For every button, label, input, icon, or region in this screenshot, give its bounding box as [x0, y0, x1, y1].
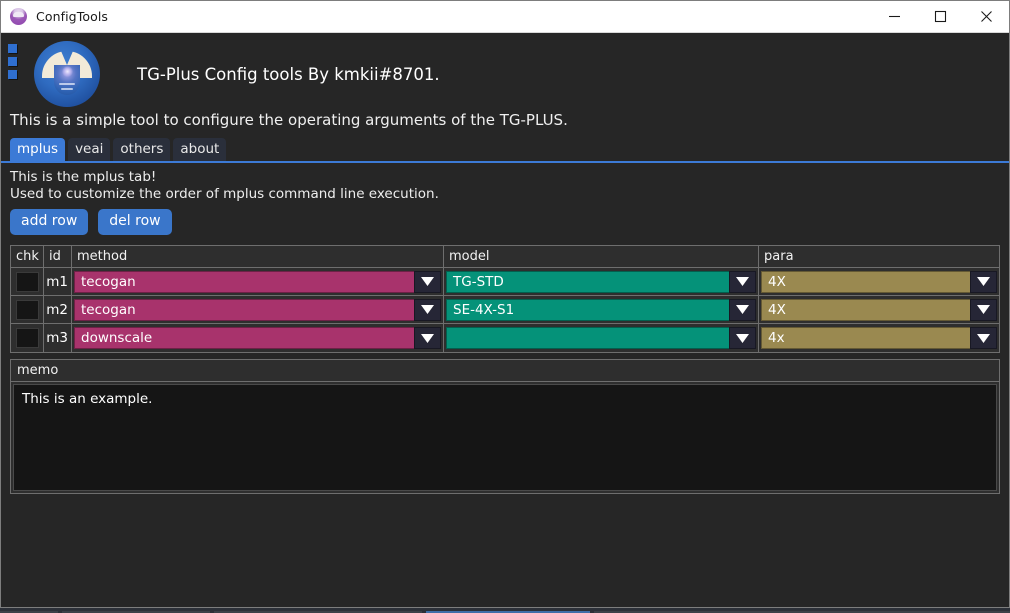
column-header-id[interactable]: id [44, 246, 72, 267]
grip-dot [8, 57, 17, 66]
chevron-down-icon[interactable] [414, 270, 441, 293]
memo-panel: memo This is an example. [10, 359, 1000, 494]
maximize-icon[interactable] [917, 1, 963, 32]
page-title: TG-Plus Config tools By kmkii#8701. [137, 64, 440, 84]
model-cell[interactable]: TG-STD [444, 268, 759, 295]
method-cell[interactable]: tecogan [72, 296, 444, 323]
app-circle-icon [10, 8, 27, 25]
tab-strip: mplus veai others about [1, 138, 1009, 161]
chevron-down-icon[interactable] [970, 270, 997, 293]
row-id: m3 [44, 324, 72, 352]
method-cell[interactable]: tecogan [72, 268, 444, 295]
method-value[interactable]: downscale [74, 327, 414, 349]
tab-info-line-2: Used to customize the order of mplus com… [10, 186, 439, 202]
del-row-button[interactable]: del row [98, 209, 172, 235]
tab-info-line-1: This is the mplus tab! [10, 169, 157, 185]
logo-glow [62, 66, 73, 77]
model-value[interactable] [446, 327, 729, 349]
add-row-button[interactable]: add row [10, 209, 89, 235]
chevron-down-icon[interactable] [414, 298, 441, 321]
chevron-down-icon[interactable] [729, 298, 756, 321]
method-value[interactable]: tecogan [74, 270, 414, 293]
table-row: m1 tecogan TG-STD 4X [11, 268, 999, 296]
row-checkbox-cell[interactable] [11, 324, 44, 352]
row-checkbox-cell[interactable] [11, 268, 44, 295]
header-row: TG-Plus Config tools By kmkii#8701. [1, 33, 1009, 113]
memo-textarea[interactable]: This is an example. [13, 384, 997, 491]
action-button-group: add row del row [10, 209, 1000, 235]
para-value[interactable]: 4X [761, 298, 970, 321]
grip-dot [8, 70, 17, 79]
para-cell[interactable]: 4X [759, 268, 999, 295]
checkbox[interactable] [15, 271, 39, 292]
tab-veai[interactable]: veai [68, 138, 111, 161]
grip-handle-icon[interactable] [8, 44, 18, 79]
page-subtitle: This is a simple tool to configure the o… [10, 111, 568, 129]
model-cell[interactable] [444, 324, 759, 352]
title-bar[interactable]: ConfigTools [1, 1, 1009, 33]
model-cell[interactable]: SE-4X-S1 [444, 296, 759, 323]
method-value[interactable]: tecogan [74, 298, 414, 321]
model-value[interactable]: SE-4X-S1 [446, 298, 729, 321]
application-window: ConfigTools TG-Plus Config tools By kmki… [0, 0, 1010, 608]
method-combobox[interactable]: downscale [74, 327, 441, 349]
grid-header-row: chk id method model para [11, 246, 999, 268]
client-area: TG-Plus Config tools By kmkii#8701. This… [1, 33, 1009, 607]
model-combobox[interactable]: SE-4X-S1 [446, 298, 756, 321]
model-value[interactable]: TG-STD [446, 270, 729, 293]
para-cell[interactable]: 4x [759, 324, 999, 352]
chevron-down-icon[interactable] [729, 327, 756, 349]
column-header-model[interactable]: model [444, 246, 759, 267]
checkbox[interactable] [15, 328, 39, 348]
row-id: m2 [44, 296, 72, 323]
tab-mplus[interactable]: mplus [10, 138, 66, 161]
para-combobox[interactable]: 4X [761, 298, 997, 321]
method-combobox[interactable]: tecogan [74, 270, 441, 293]
checkbox[interactable] [15, 299, 39, 320]
logo-line [59, 83, 75, 85]
method-combobox[interactable]: tecogan [74, 298, 441, 321]
column-header-method[interactable]: method [72, 246, 444, 267]
column-header-chk[interactable]: chk [11, 246, 44, 267]
chevron-down-icon[interactable] [414, 327, 441, 349]
model-combobox[interactable]: TG-STD [446, 270, 756, 293]
table-row: m2 tecogan SE-4X-S1 4X [11, 296, 999, 324]
model-combobox[interactable] [446, 327, 756, 349]
para-combobox[interactable]: 4x [761, 327, 997, 349]
tab-others[interactable]: others [113, 138, 171, 161]
close-icon[interactable] [963, 1, 1009, 32]
column-header-para[interactable]: para [759, 246, 999, 267]
memo-label: memo [11, 360, 999, 382]
desktop-background-strip [0, 608, 1010, 613]
row-checkbox-cell[interactable] [11, 296, 44, 323]
row-id: m1 [44, 268, 72, 295]
para-combobox[interactable]: 4X [761, 270, 997, 293]
grip-dot [8, 44, 17, 53]
tab-panel-mplus: This is the mplus tab! Used to customize… [1, 163, 1009, 235]
chevron-down-icon[interactable] [970, 327, 997, 349]
para-value[interactable]: 4x [761, 327, 970, 349]
chevron-down-icon[interactable] [970, 298, 997, 321]
tab-about[interactable]: about [173, 138, 227, 161]
table-row: m3 downscale 4x [11, 324, 999, 352]
method-cell[interactable]: downscale [72, 324, 444, 352]
para-value[interactable]: 4X [761, 270, 970, 293]
tg-plus-logo [34, 41, 100, 107]
minimize-icon[interactable] [871, 1, 917, 32]
para-cell[interactable]: 4X [759, 296, 999, 323]
chevron-down-icon[interactable] [729, 270, 756, 293]
logo-line [61, 88, 73, 90]
config-grid: chk id method model para m1 tecogan TG-S… [10, 245, 1000, 353]
window-title: ConfigTools [36, 9, 108, 24]
